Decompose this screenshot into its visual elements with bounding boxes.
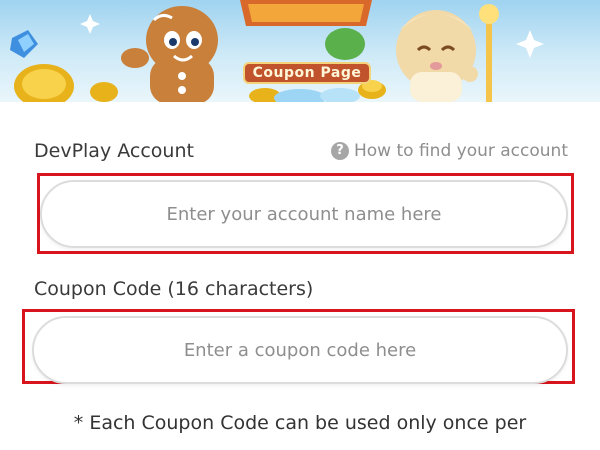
coupon-input[interactable] bbox=[32, 316, 568, 384]
coupon-label: Coupon Code (16 characters) bbox=[34, 278, 314, 300]
cream-cookie-icon bbox=[396, 10, 478, 102]
coupon-page-title: Coupon Page bbox=[243, 62, 371, 84]
account-input[interactable] bbox=[40, 180, 568, 248]
find-account-link-text: How to find your account bbox=[354, 141, 568, 161]
coupon-usage-note: * Each Coupon Code can be used only once… bbox=[73, 412, 527, 434]
find-account-link[interactable]: ? How to find your account bbox=[331, 141, 568, 161]
banner-artwork bbox=[10, 0, 544, 102]
account-label: DevPlay Account bbox=[34, 140, 194, 162]
gingerbread-cookie-icon bbox=[121, 6, 218, 102]
question-icon: ? bbox=[331, 142, 349, 160]
header-banner: Coupon Page bbox=[0, 0, 600, 102]
